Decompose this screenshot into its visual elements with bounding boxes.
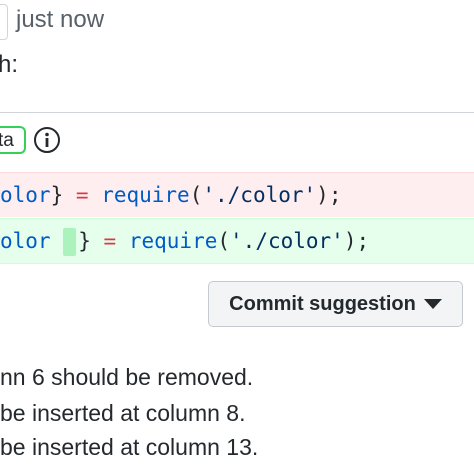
code-function: require xyxy=(101,183,190,207)
code-brace: } xyxy=(50,183,64,207)
code-function: require xyxy=(128,229,218,253)
code-string: './color' xyxy=(230,229,344,253)
beta-badge: ta xyxy=(0,126,26,154)
comment-timestamp: just now xyxy=(16,6,105,33)
code-paren-close: ); xyxy=(343,229,370,253)
code-identifier: olor xyxy=(0,229,51,253)
section-divider xyxy=(0,112,474,113)
caret-down-icon[interactable] xyxy=(423,299,442,309)
diff-added-line: olor } = require('./color'); xyxy=(0,218,474,264)
inserted-space-highlight xyxy=(63,228,77,256)
lint-message: be inserted at column 8. xyxy=(0,400,246,426)
info-icon[interactable] xyxy=(33,126,61,154)
lint-message: be inserted at column 13. xyxy=(0,434,259,460)
commit-suggestion-label: Commit suggestion xyxy=(229,292,416,315)
code-paren: ( xyxy=(189,183,203,207)
code-operator: = xyxy=(75,183,89,207)
code-paren: ( xyxy=(217,229,231,253)
code-operator: = xyxy=(103,229,117,253)
code-brace: } xyxy=(78,229,91,253)
code-string: './color' xyxy=(202,183,317,207)
label-box xyxy=(0,4,8,40)
branch-label: h: xyxy=(0,51,19,78)
code-identifier: olor xyxy=(0,183,51,207)
code-paren-close: ); xyxy=(316,183,342,207)
commit-suggestion-button[interactable]: Commit suggestion xyxy=(208,281,463,327)
diff-removed-line: olor} = require('./color'); xyxy=(0,172,474,217)
lint-message: nn 6 should be removed. xyxy=(0,364,254,390)
